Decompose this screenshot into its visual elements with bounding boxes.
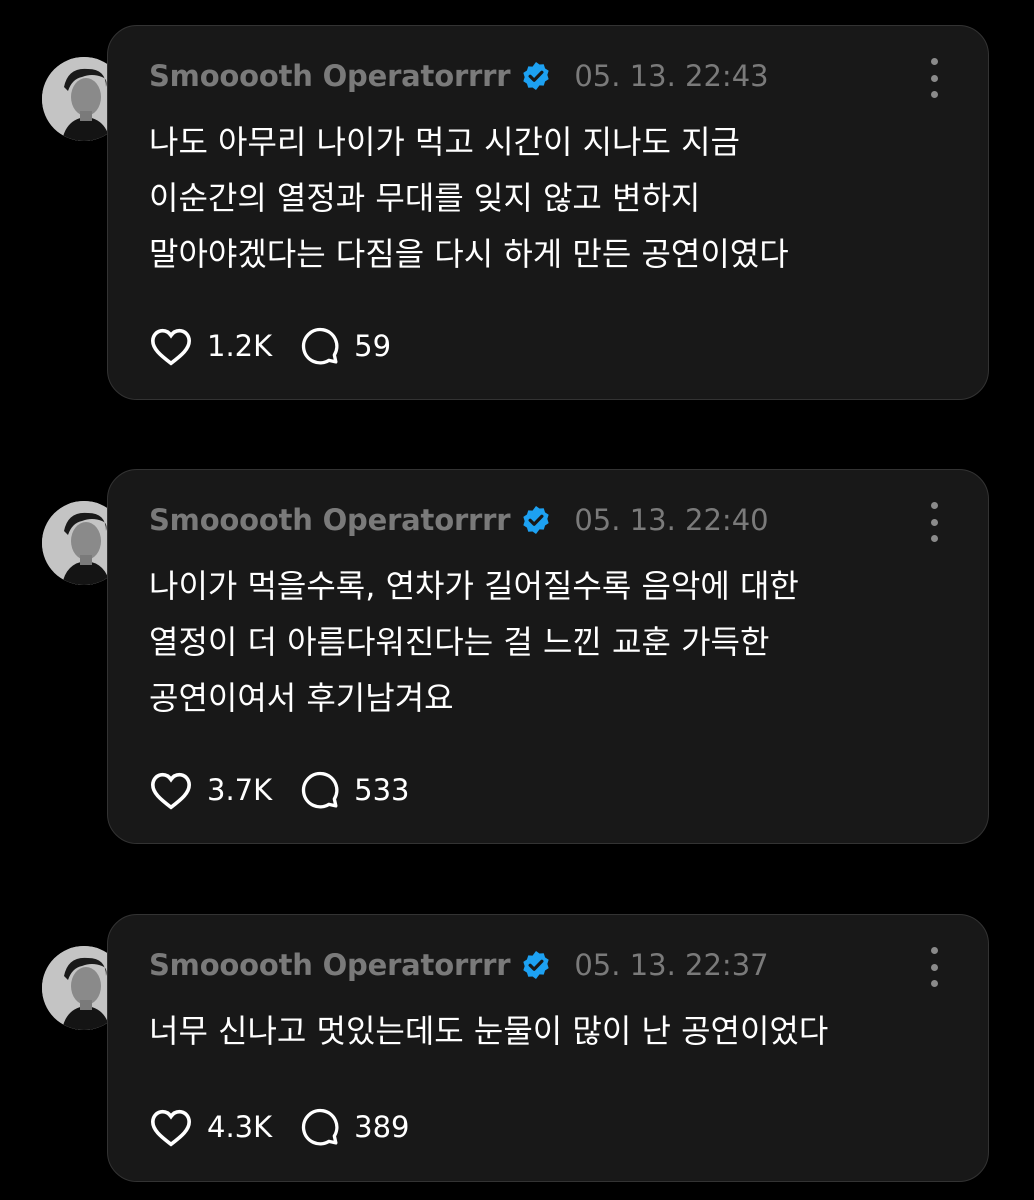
post-text: 너무 신나고 멋있는데도 눈물이 많이 난 공연이었다 xyxy=(149,1003,948,1059)
post-header: Smooooth Operatorrrr 05. 13. 22:37 xyxy=(149,945,769,985)
post-text: 나이가 먹을수록, 연차가 길어질수록 음악에 대한 열정이 더 아름다워진다는… xyxy=(149,558,948,726)
reply-button[interactable]: 389 xyxy=(300,1107,410,1147)
post-actions: 3.7K 533 xyxy=(149,766,438,814)
verified-badge-icon xyxy=(520,504,552,536)
reply-feed: Smooooth Operatorrrr 05. 13. 22:43 나도 아무… xyxy=(0,0,1034,1200)
verified-badge-icon xyxy=(520,949,552,981)
more-vertical-icon[interactable] xyxy=(928,947,940,987)
like-button[interactable]: 3.7K xyxy=(149,770,272,810)
post-text-line: 나도 아무리 나이가 먹고 시간이 지나도 지금 xyxy=(149,123,740,161)
heart-icon xyxy=(150,328,192,366)
post-text: 나도 아무리 나이가 먹고 시간이 지나도 지금 이순간의 열정과 무대를 잊지… xyxy=(149,114,948,282)
speech-bubble-icon xyxy=(302,1108,339,1146)
verified-badge-icon xyxy=(520,60,552,92)
username[interactable]: Smooooth Operatorrrr xyxy=(149,503,511,537)
timestamp: 05. 13. 22:40 xyxy=(574,503,769,537)
reply-count: 389 xyxy=(354,1110,410,1144)
post-card[interactable]: Smooooth Operatorrrr 05. 13. 22:37 너무 신나… xyxy=(107,914,989,1182)
more-vertical-icon[interactable] xyxy=(928,58,940,98)
timestamp: 05. 13. 22:37 xyxy=(574,948,769,982)
post-card[interactable]: Smooooth Operatorrrr 05. 13. 22:43 나도 아무… xyxy=(107,25,989,400)
speech-bubble-icon xyxy=(302,327,339,365)
post-text-line: 열정이 더 아름다워진다는 걸 느낀 교훈 가득한 xyxy=(149,623,770,661)
username[interactable]: Smooooth Operatorrrr xyxy=(149,59,511,93)
timestamp: 05. 13. 22:43 xyxy=(574,59,769,93)
post-text-line: 말아야겠다는 다짐을 다시 하게 만든 공연이였다 xyxy=(149,235,789,273)
heart-icon xyxy=(150,772,192,810)
heart-icon xyxy=(150,1109,192,1147)
post-text-line: 너무 신나고 멋있는데도 눈물이 많이 난 공연이었다 xyxy=(149,1012,829,1050)
username[interactable]: Smooooth Operatorrrr xyxy=(149,948,511,982)
post-header: Smooooth Operatorrrr 05. 13. 22:40 xyxy=(149,500,769,540)
like-count: 4.3K xyxy=(207,1110,273,1144)
reply-button[interactable]: 59 xyxy=(300,326,391,366)
more-vertical-icon[interactable] xyxy=(928,502,940,542)
post-actions: 4.3K 389 xyxy=(149,1103,438,1151)
reply-count: 533 xyxy=(354,773,410,807)
post-text-line: 공연이여서 후기남겨요 xyxy=(149,679,454,717)
reply-button[interactable]: 533 xyxy=(300,770,410,810)
post-actions: 1.2K 59 xyxy=(149,322,419,370)
like-count: 3.7K xyxy=(207,773,273,807)
post-card[interactable]: Smooooth Operatorrrr 05. 13. 22:40 나이가 먹… xyxy=(107,469,989,844)
reply-count: 59 xyxy=(354,329,392,363)
post-header: Smooooth Operatorrrr 05. 13. 22:43 xyxy=(149,56,769,96)
like-button[interactable]: 1.2K xyxy=(149,326,272,366)
post-text-line: 이순간의 열정과 무대를 잊지 않고 변하지 xyxy=(149,179,701,217)
like-button[interactable]: 4.3K xyxy=(149,1107,272,1147)
post-text-line: 나이가 먹을수록, 연차가 길어질수록 음악에 대한 xyxy=(149,567,799,605)
like-count: 1.2K xyxy=(207,329,273,363)
speech-bubble-icon xyxy=(302,771,339,809)
